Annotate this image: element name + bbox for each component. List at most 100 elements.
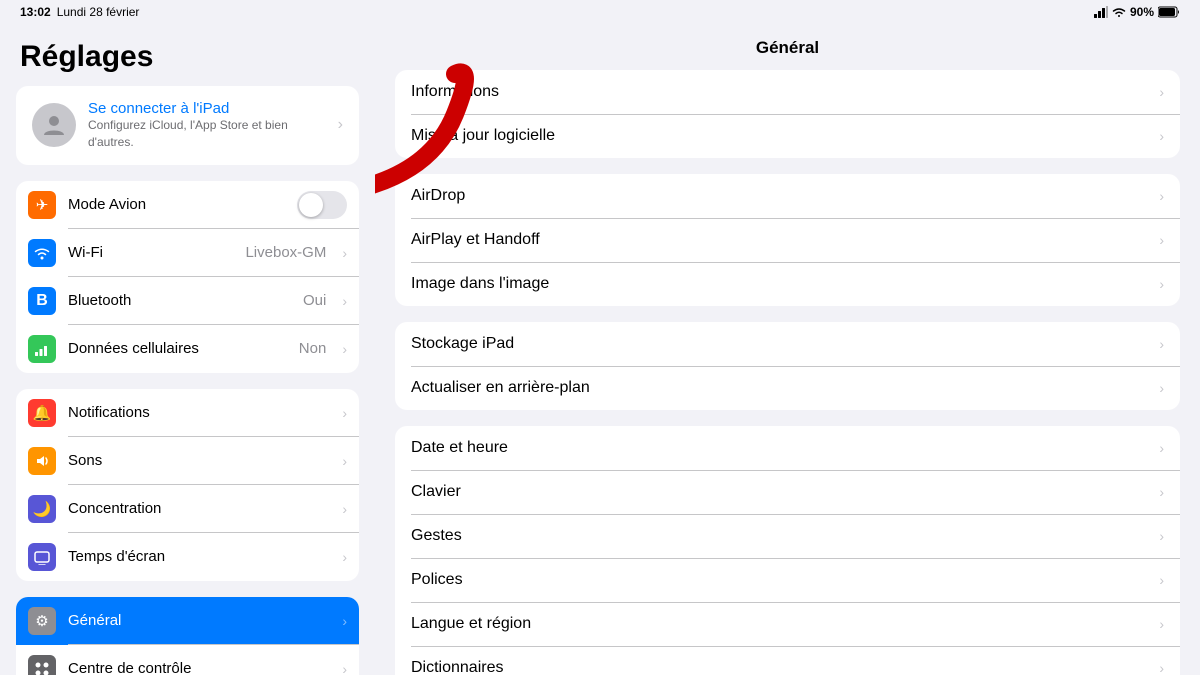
- battery-icon: [1158, 6, 1180, 18]
- donnees-cellulaires-chevron-icon: ›: [342, 341, 347, 357]
- mode-avion-label: Mode Avion: [68, 196, 285, 213]
- panel-item-langue-region[interactable]: Langue et région ›: [395, 602, 1180, 646]
- sons-label: Sons: [68, 452, 330, 469]
- sidebar-item-concentration[interactable]: 🌙 Concentration ›: [16, 485, 359, 533]
- donnees-cellulaires-value: Non: [299, 340, 327, 357]
- maj-logicielle-chevron-icon: ›: [1159, 128, 1164, 144]
- notifications-label: Notifications: [68, 404, 330, 421]
- sidebar-title: Réglages: [0, 24, 375, 86]
- general-icon: ⚙: [28, 607, 56, 635]
- sons-icon: [28, 447, 56, 475]
- settings-group-system: ⚙ Général › Centre de contrôle › AA: [16, 597, 359, 675]
- temps-ecran-chevron-icon: ›: [342, 549, 347, 565]
- panel-group-localization: Date et heure › Clavier › Gestes › Polic…: [395, 426, 1180, 675]
- notifications-chevron-icon: ›: [342, 405, 347, 421]
- panel-group-sharing: AirDrop › AirPlay et Handoff › Image dan…: [395, 174, 1180, 306]
- donnees-cellulaires-label: Données cellulaires: [68, 340, 287, 357]
- status-bar: 13:02 Lundi 28 février 90%: [0, 0, 1200, 24]
- sidebar-item-donnees-cellulaires[interactable]: Données cellulaires Non ›: [16, 325, 359, 373]
- actualiser-chevron-icon: ›: [1159, 380, 1164, 396]
- profile-section[interactable]: Se connecter à l'iPad Configurez iCloud,…: [16, 86, 359, 165]
- notifications-icon: 🔔: [28, 399, 56, 427]
- panel-item-airplay[interactable]: AirPlay et Handoff ›: [395, 218, 1180, 262]
- general-label: Général: [68, 612, 330, 629]
- sidebar: Réglages Se connecter à l'iPad Configure…: [0, 24, 375, 675]
- panel-item-gestes[interactable]: Gestes ›: [395, 514, 1180, 558]
- temps-ecran-label: Temps d'écran: [68, 548, 330, 565]
- right-panel: Général Informations › Mise à jour logic…: [375, 24, 1200, 675]
- panel-item-polices[interactable]: Polices ›: [395, 558, 1180, 602]
- clavier-label: Clavier: [411, 483, 1159, 501]
- bluetooth-value: Oui: [303, 292, 326, 309]
- centre-controle-icon: [28, 655, 56, 675]
- langue-region-label: Langue et région: [411, 615, 1159, 633]
- stockage-chevron-icon: ›: [1159, 336, 1164, 352]
- temps-ecran-icon: [28, 543, 56, 571]
- airplay-chevron-icon: ›: [1159, 232, 1164, 248]
- bluetooth-label: Bluetooth: [68, 292, 291, 309]
- concentration-icon: 🌙: [28, 495, 56, 523]
- panel-group-info: Informations › Mise à jour logicielle ›: [395, 70, 1180, 158]
- panel-item-maj-logicielle[interactable]: Mise à jour logicielle ›: [395, 114, 1180, 158]
- panel-item-stockage[interactable]: Stockage iPad ›: [395, 322, 1180, 366]
- sidebar-item-temps-ecran[interactable]: Temps d'écran ›: [16, 533, 359, 581]
- settings-group-connectivity: ✈ Mode Avion Wi-Fi Livebox-GM › B Bl: [16, 181, 359, 373]
- informations-label: Informations: [411, 83, 1159, 101]
- wifi-label: Wi-Fi: [68, 244, 233, 261]
- panel-item-clavier[interactable]: Clavier ›: [395, 470, 1180, 514]
- date-heure-chevron-icon: ›: [1159, 440, 1164, 456]
- dictionnaires-label: Dictionnaires: [411, 659, 1159, 675]
- sons-chevron-icon: ›: [342, 453, 347, 469]
- panel-item-actualiser[interactable]: Actualiser en arrière-plan ›: [395, 366, 1180, 410]
- actualiser-label: Actualiser en arrière-plan: [411, 379, 1159, 397]
- panel-title: Général: [395, 24, 1180, 70]
- panel-item-date-heure[interactable]: Date et heure ›: [395, 426, 1180, 470]
- wifi-icon: [1112, 6, 1126, 18]
- sidebar-item-wifi[interactable]: Wi-Fi Livebox-GM ›: [16, 229, 359, 277]
- sidebar-item-bluetooth[interactable]: B Bluetooth Oui ›: [16, 277, 359, 325]
- gestes-label: Gestes: [411, 527, 1159, 545]
- profile-chevron-icon: ›: [338, 116, 343, 134]
- image-image-chevron-icon: ›: [1159, 276, 1164, 292]
- airdrop-chevron-icon: ›: [1159, 188, 1164, 204]
- image-image-label: Image dans l'image: [411, 275, 1159, 293]
- centre-controle-label: Centre de contrôle: [68, 660, 330, 675]
- gestes-chevron-icon: ›: [1159, 528, 1164, 544]
- dictionnaires-chevron-icon: ›: [1159, 660, 1164, 675]
- status-time: 13:02: [20, 5, 51, 19]
- donnees-cellulaires-icon: [28, 335, 56, 363]
- panel-item-image-image[interactable]: Image dans l'image ›: [395, 262, 1180, 306]
- mode-avion-toggle[interactable]: [297, 191, 347, 219]
- sidebar-item-general[interactable]: ⚙ Général ›: [16, 597, 359, 645]
- stockage-label: Stockage iPad: [411, 335, 1159, 353]
- avatar: [32, 103, 76, 147]
- profile-text: Se connecter à l'iPad Configurez iCloud,…: [88, 100, 326, 151]
- panel-group-storage: Stockage iPad › Actualiser en arrière-pl…: [395, 322, 1180, 410]
- informations-chevron-icon: ›: [1159, 84, 1164, 100]
- panel-item-dictionnaires[interactable]: Dictionnaires ›: [395, 646, 1180, 675]
- wifi-value: Livebox-GM: [245, 244, 326, 261]
- polices-chevron-icon: ›: [1159, 572, 1164, 588]
- sidebar-item-sons[interactable]: Sons ›: [16, 437, 359, 485]
- mode-avion-icon: ✈: [28, 191, 56, 219]
- sidebar-item-notifications[interactable]: 🔔 Notifications ›: [16, 389, 359, 437]
- sidebar-item-centre-controle[interactable]: Centre de contrôle ›: [16, 645, 359, 675]
- polices-label: Polices: [411, 571, 1159, 589]
- date-heure-label: Date et heure: [411, 439, 1159, 457]
- sidebar-item-mode-avion[interactable]: ✈ Mode Avion: [16, 181, 359, 229]
- concentration-label: Concentration: [68, 500, 330, 517]
- centre-controle-chevron-icon: ›: [342, 661, 347, 675]
- panel-item-informations[interactable]: Informations ›: [395, 70, 1180, 114]
- profile-connect-label: Se connecter à l'iPad: [88, 100, 326, 117]
- status-date: Lundi 28 février: [57, 5, 140, 19]
- profile-subtitle: Configurez iCloud, l'App Store et bien d…: [88, 117, 326, 151]
- maj-logicielle-label: Mise à jour logicielle: [411, 127, 1159, 145]
- status-right: 90%: [1094, 5, 1180, 19]
- langue-region-chevron-icon: ›: [1159, 616, 1164, 632]
- clavier-chevron-icon: ›: [1159, 484, 1164, 500]
- airdrop-label: AirDrop: [411, 187, 1159, 205]
- battery-percent: 90%: [1130, 5, 1154, 19]
- panel-item-airdrop[interactable]: AirDrop ›: [395, 174, 1180, 218]
- bluetooth-chevron-icon: ›: [342, 293, 347, 309]
- general-chevron-icon: ›: [342, 613, 347, 629]
